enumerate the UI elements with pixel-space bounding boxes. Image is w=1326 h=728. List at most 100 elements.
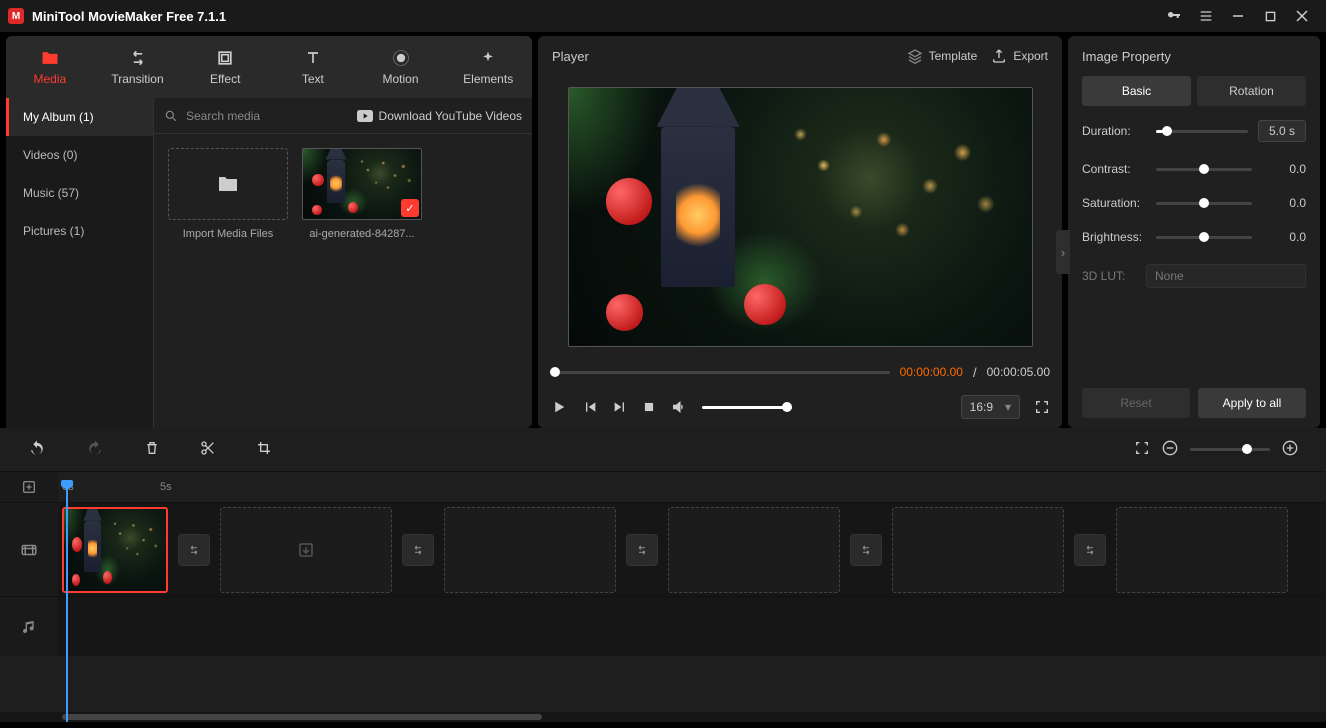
play-button[interactable] — [550, 398, 568, 416]
horizontal-scrollbar[interactable] — [0, 712, 1326, 722]
duration-label: Duration: — [1082, 124, 1146, 138]
video-track-head[interactable] — [0, 503, 58, 596]
empty-slot[interactable] — [1116, 507, 1288, 593]
undo-button[interactable] — [28, 439, 46, 460]
download-youtube-label: Download YouTube Videos — [379, 109, 522, 123]
reset-button[interactable]: Reset — [1082, 388, 1190, 418]
lut-row: 3D LUT: None — [1082, 264, 1306, 288]
slider-handle[interactable] — [1199, 232, 1209, 242]
maximize-button[interactable] — [1254, 0, 1286, 32]
split-button[interactable] — [200, 440, 216, 459]
empty-slot[interactable] — [444, 507, 616, 593]
aspect-ratio-select[interactable]: 16:9 — [961, 395, 1020, 419]
close-button[interactable] — [1286, 0, 1318, 32]
tab-media[interactable]: Media — [6, 36, 94, 98]
music-track-body[interactable] — [58, 597, 1326, 656]
export-icon — [991, 48, 1007, 64]
minimize-button[interactable] — [1222, 0, 1254, 32]
template-button[interactable]: Template — [907, 48, 978, 64]
empty-slot[interactable] — [668, 507, 840, 593]
prop-tab-basic[interactable]: Basic — [1082, 76, 1191, 106]
brightness-row: Brightness: 0.0 — [1082, 230, 1306, 244]
tab-transition-label: Transition — [111, 72, 163, 86]
template-label: Template — [929, 49, 978, 63]
tab-effect-label: Effect — [210, 72, 240, 86]
tab-effect[interactable]: Effect — [181, 36, 269, 98]
redo-button[interactable] — [86, 439, 104, 460]
lut-select[interactable]: None — [1146, 264, 1306, 288]
media-panel: Media Transition Effect Text Motion Elem… — [6, 36, 532, 428]
video-track-body[interactable] — [58, 503, 1326, 596]
add-track-button[interactable] — [0, 472, 58, 502]
license-key-icon[interactable] — [1158, 0, 1190, 32]
tab-media-label: Media — [33, 72, 66, 86]
slider-handle[interactable] — [1199, 198, 1209, 208]
player-panel: Player Template Export 00:00:00.00 / 00:… — [538, 36, 1062, 428]
time-ruler[interactable]: 0s 5s — [0, 472, 1326, 502]
export-button[interactable]: Export — [991, 48, 1048, 64]
zoom-slider[interactable] — [1190, 448, 1270, 451]
download-youtube-link[interactable]: Download YouTube Videos — [357, 109, 522, 123]
transition-slot[interactable] — [402, 534, 434, 566]
contrast-slider[interactable] — [1156, 168, 1252, 171]
youtube-icon — [357, 110, 373, 122]
album-my-album[interactable]: My Album (1) — [6, 98, 153, 136]
timeline-clip-1[interactable] — [62, 507, 168, 593]
next-frame-button[interactable] — [612, 399, 628, 415]
volume-button[interactable] — [670, 398, 688, 416]
scrub-bar[interactable] — [550, 371, 890, 374]
search-input[interactable] — [186, 109, 349, 123]
prop-title: Image Property — [1068, 36, 1320, 76]
empty-slot[interactable] — [892, 507, 1064, 593]
scrub-handle[interactable] — [550, 367, 560, 377]
transition-slot[interactable] — [1074, 534, 1106, 566]
crop-button[interactable] — [256, 440, 272, 459]
music-track-head[interactable] — [0, 597, 58, 656]
duration-slider[interactable] — [1156, 130, 1248, 133]
volume-handle[interactable] — [782, 402, 792, 412]
media-clip-1[interactable]: ✓ ai-generated-84287... — [302, 148, 422, 240]
album-sidebar: My Album (1) Videos (0) Music (57) Pictu… — [6, 98, 154, 428]
text-icon — [303, 48, 323, 68]
tab-transition[interactable]: Transition — [94, 36, 182, 98]
slider-handle[interactable] — [1199, 164, 1209, 174]
zoom-out-button[interactable] — [1162, 440, 1178, 459]
tab-text[interactable]: Text — [269, 36, 357, 98]
album-videos[interactable]: Videos (0) — [6, 136, 153, 174]
album-music[interactable]: Music (57) — [6, 174, 153, 212]
search-icon — [164, 109, 178, 123]
tab-elements[interactable]: Elements — [444, 36, 532, 98]
tick-5: 5s — [160, 481, 172, 493]
current-time: 00:00:00.00 — [900, 365, 963, 379]
duration-value[interactable]: 5.0 s — [1258, 120, 1306, 142]
top-tabs: Media Transition Effect Text Motion Elem… — [6, 36, 532, 98]
brightness-slider[interactable] — [1156, 236, 1252, 239]
delete-button[interactable] — [144, 440, 160, 459]
zoom-in-button[interactable] — [1282, 440, 1298, 459]
fullscreen-button[interactable] — [1034, 399, 1050, 415]
playhead[interactable] — [66, 488, 68, 722]
clip-label: ai-generated-84287... — [309, 228, 414, 240]
transition-slot[interactable] — [850, 534, 882, 566]
apply-all-button[interactable]: Apply to all — [1198, 388, 1306, 418]
transition-slot[interactable] — [178, 534, 210, 566]
album-pictures[interactable]: Pictures (1) — [6, 212, 153, 250]
volume-slider[interactable] — [702, 406, 792, 409]
saturation-slider[interactable] — [1156, 202, 1252, 205]
fit-button[interactable] — [1134, 440, 1150, 459]
transition-slot[interactable] — [626, 534, 658, 566]
collapse-panel-button[interactable]: › — [1056, 230, 1070, 274]
contrast-value: 0.0 — [1262, 162, 1306, 176]
prop-tab-rotation[interactable]: Rotation — [1197, 76, 1306, 106]
lut-label: 3D LUT: — [1082, 269, 1136, 283]
import-media-button[interactable]: Import Media Files — [168, 148, 288, 240]
menu-icon[interactable] — [1190, 0, 1222, 32]
image-property-panel: Image Property Basic Rotation Duration: … — [1068, 36, 1320, 428]
empty-slot[interactable] — [220, 507, 392, 593]
stop-button[interactable] — [642, 400, 656, 414]
prev-frame-button[interactable] — [582, 399, 598, 415]
zoom-handle[interactable] — [1242, 444, 1252, 454]
tab-motion[interactable]: Motion — [357, 36, 445, 98]
scroll-thumb[interactable] — [62, 714, 542, 720]
slider-handle[interactable] — [1162, 126, 1172, 136]
